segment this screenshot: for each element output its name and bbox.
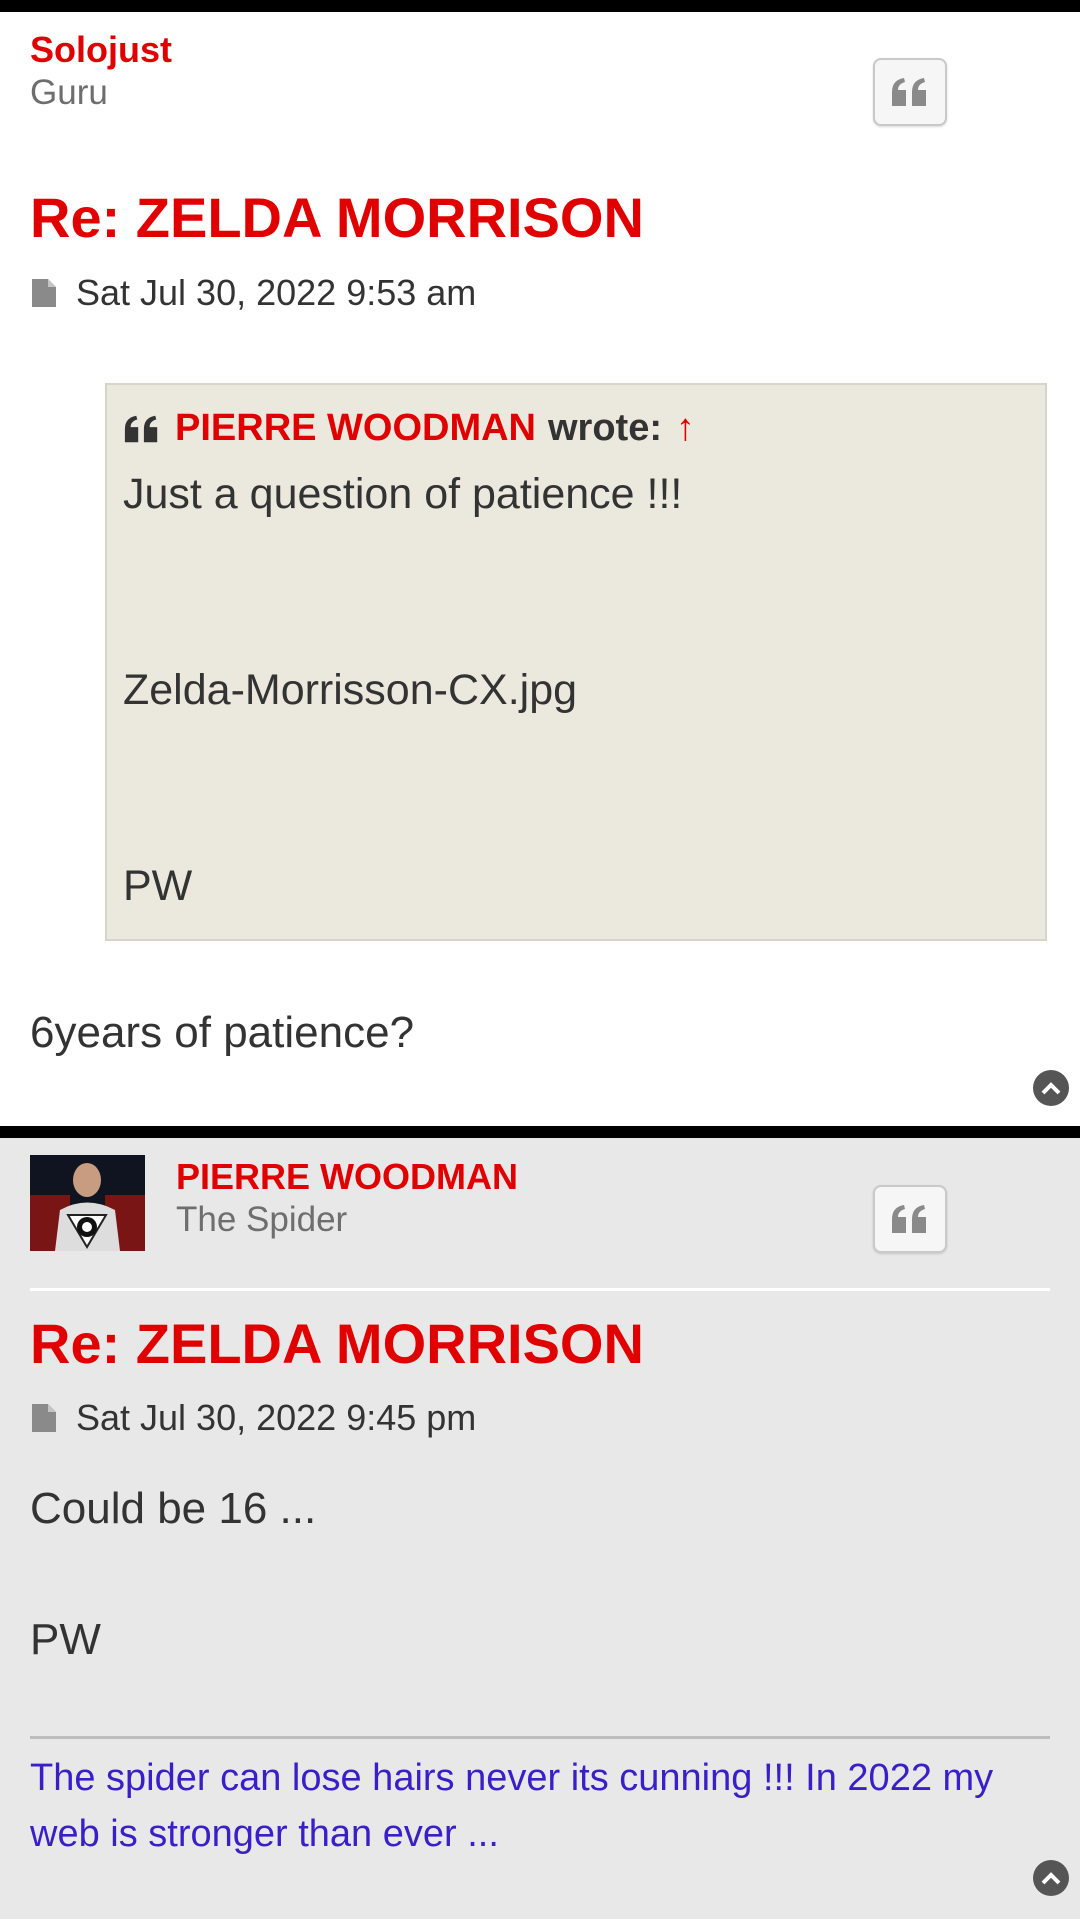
blockquote: PIERRE WOODMAN wrote: ↑ Just a question … xyxy=(105,383,1047,941)
top-border xyxy=(0,0,1080,12)
author-rank: Guru xyxy=(30,73,108,112)
chevron-up-icon xyxy=(1041,1872,1061,1885)
back-to-top-button[interactable] xyxy=(1033,1070,1069,1106)
quote-line: PW xyxy=(123,862,193,910)
post-title[interactable]: Re: ZELDA MORRISON xyxy=(30,186,644,250)
back-to-top-button[interactable] xyxy=(1033,1860,1069,1896)
signature-separator xyxy=(30,1736,1050,1739)
post-body-line: PW xyxy=(30,1615,101,1664)
quote-author[interactable]: PIERRE WOODMAN xyxy=(175,407,536,450)
file-icon[interactable] xyxy=(30,1402,58,1434)
quote-button[interactable] xyxy=(873,1185,947,1253)
post-date: Sat Jul 30, 2022 9:53 am xyxy=(76,272,477,313)
post-author[interactable]: PIERRE WOODMAN xyxy=(176,1157,518,1197)
post-body: 6years of patience? xyxy=(30,1008,415,1057)
post-date: Sat Jul 30, 2022 9:45 pm xyxy=(76,1397,477,1438)
author-rank: The Spider xyxy=(176,1200,348,1239)
arrow-up-icon[interactable]: ↑ xyxy=(676,407,695,450)
post-meta: Sat Jul 30, 2022 9:45 pm xyxy=(30,1397,477,1438)
file-icon[interactable] xyxy=(30,277,58,309)
post-profile-separator xyxy=(30,1288,1050,1291)
quote-button[interactable] xyxy=(873,58,947,126)
quote-cite: PIERRE WOODMAN wrote: ↑ xyxy=(123,407,695,450)
quote-icon xyxy=(124,415,158,442)
post-body-line: Could be 16 ... xyxy=(30,1484,317,1533)
quote-icon xyxy=(892,1205,926,1233)
post-divider xyxy=(0,1126,1080,1138)
signature: The spider can lose hairs never its cunn… xyxy=(30,1757,994,1855)
post-meta: Sat Jul 30, 2022 9:53 am xyxy=(30,272,477,313)
post-title[interactable]: Re: ZELDA MORRISON xyxy=(30,1312,644,1376)
quote-wrote-label: wrote: xyxy=(548,407,662,449)
chevron-up-icon xyxy=(1041,1082,1061,1095)
post-author[interactable]: Solojust xyxy=(30,30,172,70)
quote-line: Just a question of patience !!! xyxy=(123,470,683,518)
quote-attachment-name: Zelda-Morrisson-CX.jpg xyxy=(123,666,578,714)
avatar[interactable] xyxy=(30,1155,145,1251)
quote-icon xyxy=(892,78,926,106)
